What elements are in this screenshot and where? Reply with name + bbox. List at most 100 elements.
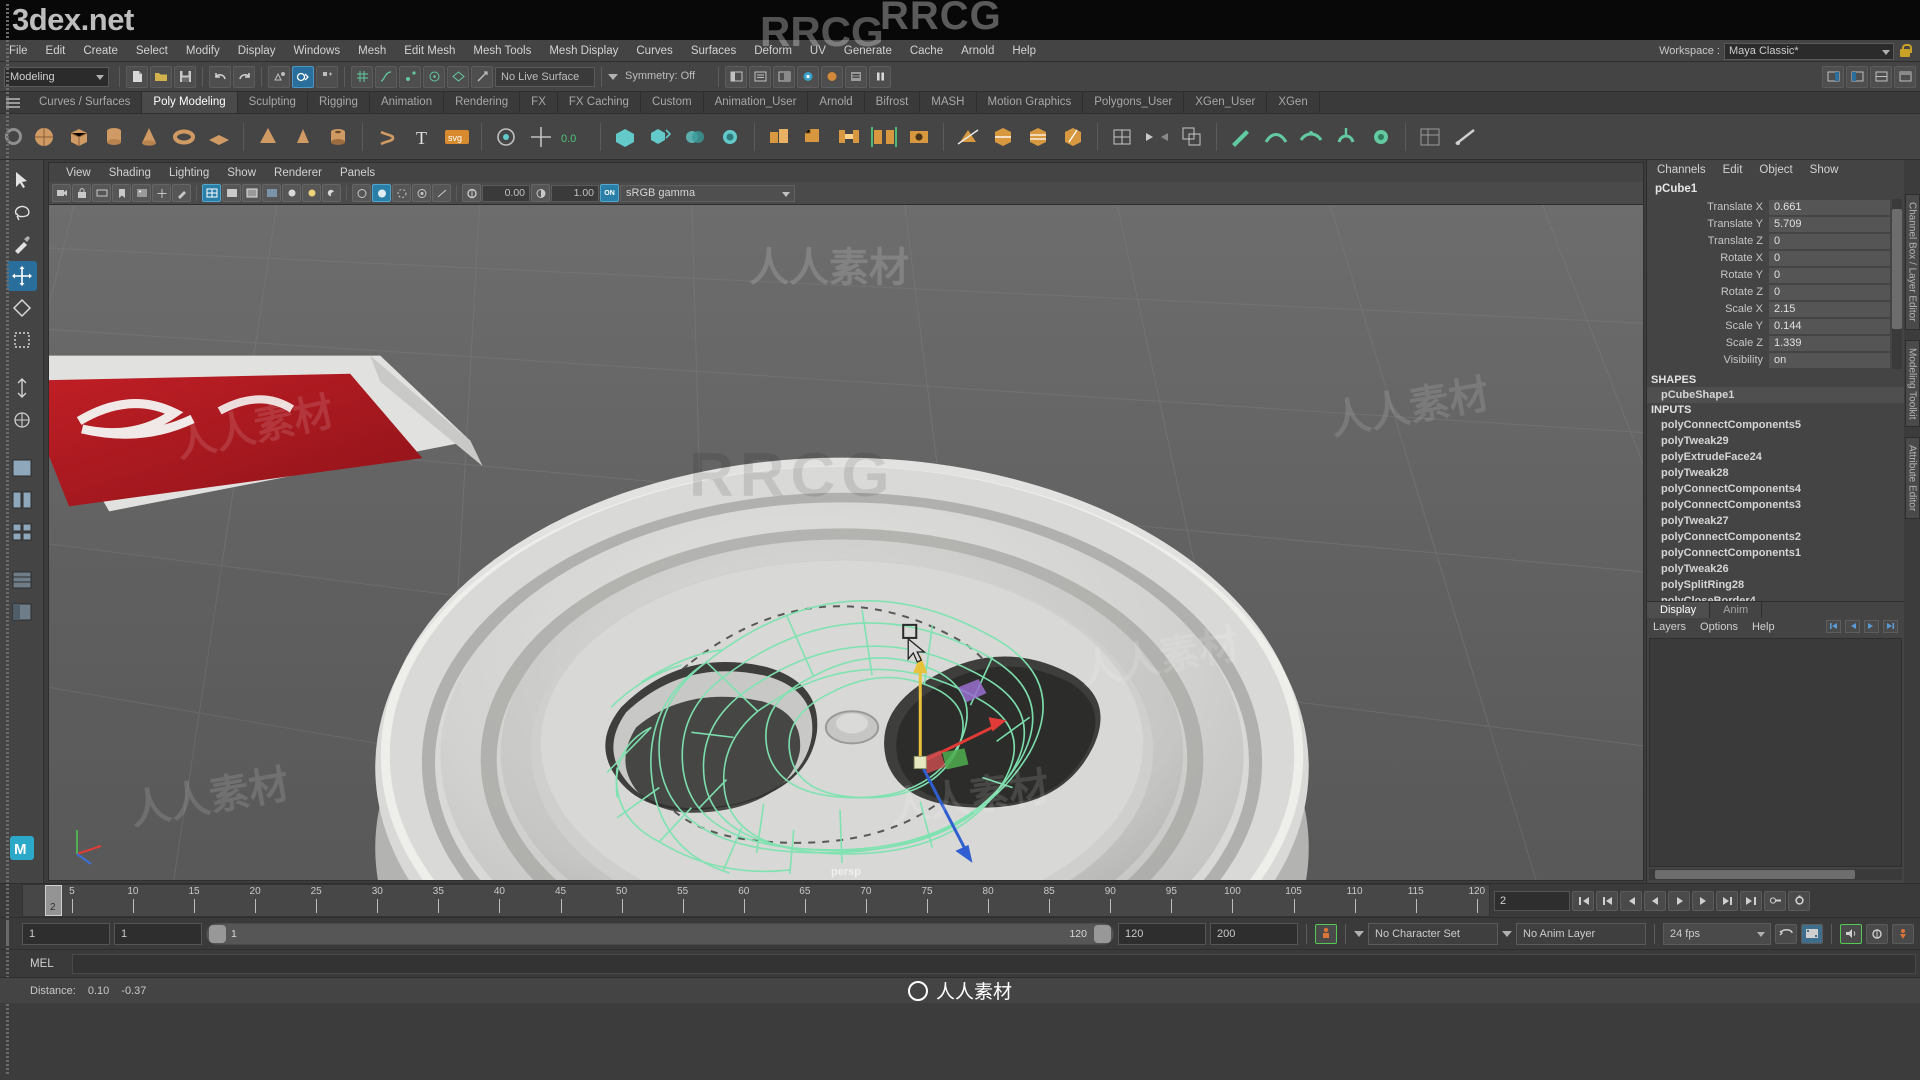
node-item[interactable]: polyTweak29	[1647, 433, 1904, 449]
channel-attr-value[interactable]: 5.709	[1769, 216, 1890, 232]
use-default-light-icon[interactable]	[282, 184, 301, 202]
current-frame-field[interactable]: 2	[1494, 890, 1570, 911]
separate-icon[interactable]	[644, 121, 676, 153]
viewport-menu-panels[interactable]: Panels	[331, 167, 384, 179]
symmetry-field[interactable]: Symmetry: Off	[620, 67, 712, 87]
anim-layer-dropdown-icon[interactable]	[1502, 930, 1512, 937]
channel-attr-value[interactable]: 0	[1769, 267, 1890, 283]
poly-helix-icon[interactable]	[371, 121, 403, 153]
poly-torus-icon[interactable]	[168, 121, 200, 153]
redo-button[interactable]	[233, 65, 255, 88]
live-surface-field[interactable]: No Live Surface	[495, 66, 595, 87]
snap-to-projected-center-button[interactable]	[423, 65, 445, 88]
shelf-tab-animation[interactable]: Animation	[369, 92, 445, 113]
channel-attr-value[interactable]: 0.144	[1769, 318, 1890, 334]
poly-prism-icon[interactable]	[287, 121, 319, 153]
channel-attr-value[interactable]: on	[1769, 352, 1890, 368]
viewport-menu-renderer[interactable]: Renderer	[265, 167, 331, 179]
menu-item-mesh-tools[interactable]: Mesh Tools	[464, 40, 540, 62]
node-item[interactable]: polyCloseBorder4	[1647, 593, 1904, 601]
show-hide-editors-button[interactable]	[725, 65, 747, 88]
anim-end-field[interactable]: 200	[1210, 922, 1298, 945]
animation-prefs-button[interactable]	[1866, 923, 1888, 944]
screen-space-ao-icon[interactable]	[352, 184, 371, 202]
sculpt-target-icon[interactable]	[490, 121, 522, 153]
undo-button[interactable]	[209, 65, 231, 88]
fill-hole-icon[interactable]	[903, 121, 935, 153]
range-handle-left[interactable]	[209, 924, 226, 943]
sidebar-toggle-4-button[interactable]	[1894, 65, 1916, 88]
poly-sphere-icon[interactable]	[28, 121, 60, 153]
node-item[interactable]: polyTweak26	[1647, 561, 1904, 577]
channel-attr-value[interactable]: 0	[1769, 233, 1890, 249]
character-set-select[interactable]: No Character Set	[1368, 922, 1498, 945]
pause-button[interactable]	[869, 65, 891, 88]
shelf-tab-arnold[interactable]: Arnold	[808, 92, 865, 113]
vertical-tab-modeling-toolkit[interactable]: Modeling Toolkit	[1904, 339, 1920, 428]
depth-of-field-icon[interactable]	[412, 184, 431, 202]
multi-cut-icon[interactable]	[952, 121, 984, 153]
snap-value-icon[interactable]: 0.0	[560, 121, 592, 153]
layer-last-icon[interactable]	[1883, 619, 1898, 633]
drag-handle[interactable]	[4, 4, 12, 1076]
select-by-object-type-button[interactable]	[292, 65, 314, 88]
range-start-field[interactable]: 1	[114, 922, 202, 945]
menu-item-cache[interactable]: Cache	[901, 40, 952, 62]
motion-blur-icon[interactable]	[372, 184, 391, 202]
menu-item-edit-mesh[interactable]: Edit Mesh	[395, 40, 464, 62]
range-handle-right[interactable]	[1094, 924, 1111, 943]
menu-item-modify[interactable]: Modify	[177, 40, 229, 62]
step-back-frame-button[interactable]	[1620, 890, 1642, 911]
time-slider[interactable]: 5 10 15 20 25 30 35 40 45 50 55 60 65 70 75 80 85 90 95 100…	[22, 884, 1490, 917]
svg-tool-icon[interactable]: svg	[441, 121, 473, 153]
menu-item-curves[interactable]: Curves	[627, 40, 681, 62]
node-item[interactable]: pCubeShape1	[1647, 387, 1904, 403]
shadows-icon[interactable]	[322, 184, 341, 202]
menu-item-surfaces[interactable]: Surfaces	[682, 40, 745, 62]
viewport-menu-shading[interactable]: Shading	[100, 167, 160, 179]
step-back-key-button[interactable]	[1596, 890, 1618, 911]
multisample-aa-icon[interactable]	[392, 184, 411, 202]
animation-preferences-button[interactable]	[1788, 890, 1810, 911]
select-camera-icon[interactable]	[52, 184, 71, 202]
relax-brush-icon[interactable]	[1295, 121, 1327, 153]
shelf-tab-custom[interactable]: Custom	[640, 92, 704, 113]
use-all-lights-icon[interactable]	[302, 184, 321, 202]
sound-toggle-button[interactable]	[1840, 923, 1862, 944]
viewport-menu-lighting[interactable]: Lighting	[160, 167, 218, 179]
character-prefs-button[interactable]	[1892, 923, 1914, 944]
shelf-tab-sculpting[interactable]: Sculpting	[237, 92, 308, 113]
character-set-key-button[interactable]	[1315, 923, 1337, 944]
menu-item-uv[interactable]: UV	[801, 40, 835, 62]
sidebar-toggle-3-button[interactable]	[1870, 65, 1892, 88]
lock-icon[interactable]	[1898, 43, 1912, 59]
color-profile-select[interactable]: sRGB gamma	[620, 184, 795, 202]
snap-to-view-planes-button[interactable]	[447, 65, 469, 88]
go-to-start-button[interactable]	[1572, 890, 1594, 911]
crease-tool-icon[interactable]	[1449, 121, 1481, 153]
node-item[interactable]: polyConnectComponents4	[1647, 481, 1904, 497]
shelf-tab-bifrost[interactable]: Bifrost	[864, 92, 921, 113]
node-item[interactable]: polyConnectComponents2	[1647, 529, 1904, 545]
new-scene-button[interactable]	[126, 65, 148, 88]
lock-camera-icon[interactable]	[72, 184, 91, 202]
wireframe-shaded-icon[interactable]	[202, 184, 221, 202]
ipr-render-button[interactable]	[821, 65, 843, 88]
save-scene-button[interactable]	[174, 65, 196, 88]
poly-cylinder-icon[interactable]	[98, 121, 130, 153]
exposure-toggle-icon[interactable]	[432, 184, 451, 202]
node-item[interactable]: polyTweak28	[1647, 465, 1904, 481]
shelf-tab-polygons-user[interactable]: Polygons_User	[1083, 92, 1185, 113]
time-cursor[interactable]: 2	[45, 885, 62, 916]
gamma-icon[interactable]	[531, 184, 550, 202]
poly-plane-icon[interactable]	[203, 121, 235, 153]
snap-to-grid-button[interactable]	[351, 65, 373, 88]
exposure-value[interactable]: 0.00	[482, 184, 530, 202]
smooth-shade-icon[interactable]	[222, 184, 241, 202]
shelf-tab-xgen[interactable]: XGen	[1267, 92, 1320, 113]
auto-key-button[interactable]	[1764, 890, 1786, 911]
camera-attributes-icon[interactable]	[92, 184, 111, 202]
shelf-tab-poly-modeling[interactable]: Poly Modeling	[142, 92, 238, 113]
character-set-dropdown-icon[interactable]	[1354, 930, 1364, 937]
channel-menu-show[interactable]: Show	[1810, 164, 1856, 176]
